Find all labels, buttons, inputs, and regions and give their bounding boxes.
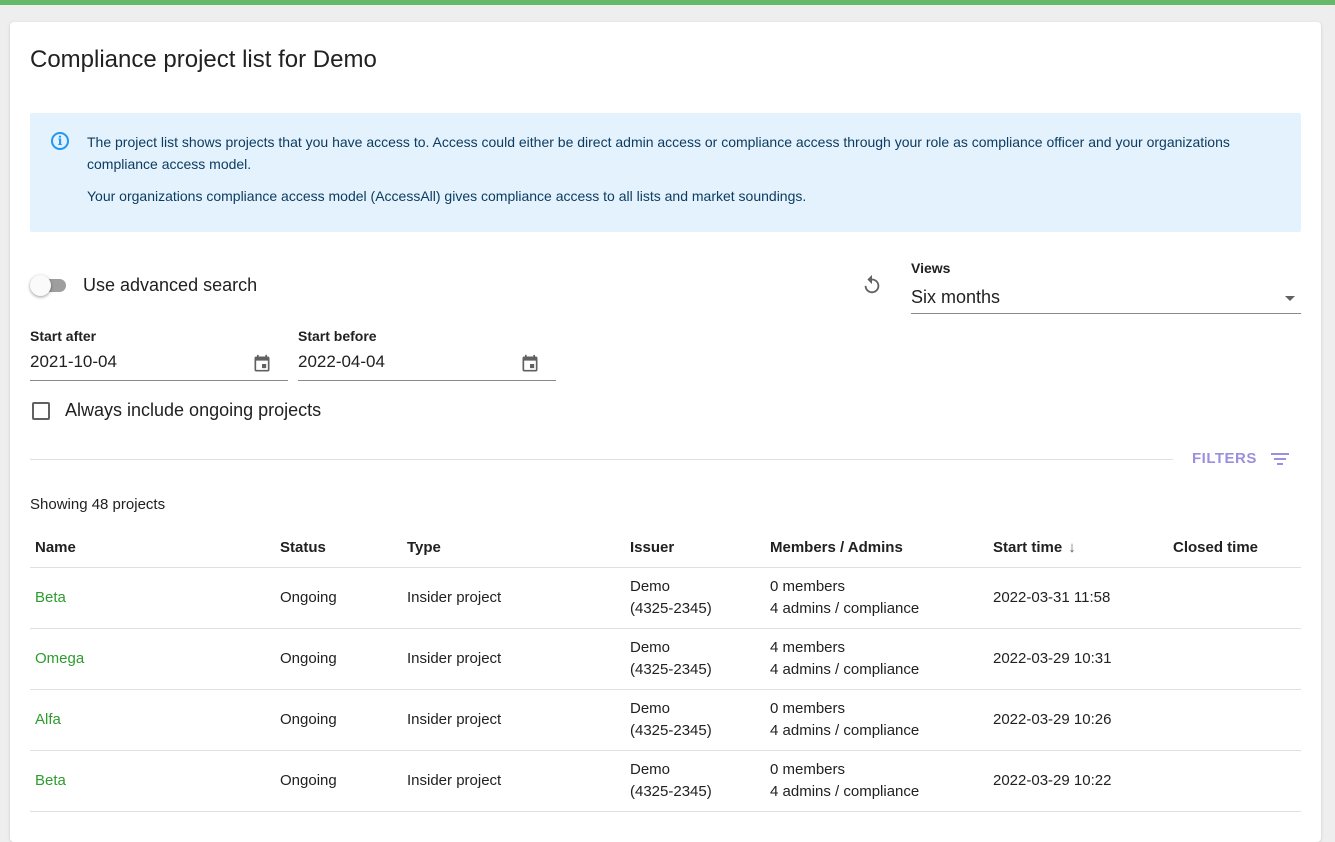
table-header-row: Name Status Type Issuer Members / Admins… xyxy=(30,527,1301,568)
column-header-name[interactable]: Name xyxy=(30,527,275,568)
column-header-closed-time[interactable]: Closed time xyxy=(1168,527,1301,568)
start-after-value: 2021-10-04 xyxy=(30,352,117,371)
top-accent-line xyxy=(0,0,1335,5)
table-row[interactable]: Beta Ongoing Insider project Demo (4325-2345… xyxy=(30,567,1301,629)
column-header-issuer[interactable]: Issuer xyxy=(625,527,765,568)
info-line-model: Your organizations compliance access mod… xyxy=(87,188,807,204)
cell-start-time: 2022-03-29 10:26 xyxy=(988,689,1168,751)
info-text: The project list shows projects that you… xyxy=(87,131,1287,207)
cell-members-admins-members: 0 members xyxy=(770,700,846,717)
start-after-field[interactable]: Start after 2021-10-04 xyxy=(30,328,288,381)
table-row[interactable]: Alfa Ongoing Insider project Demo (4325-2345… xyxy=(30,689,1301,751)
start-time-header-label: Start time xyxy=(993,538,1063,556)
toggle-thumb xyxy=(30,275,51,296)
info-banner: i The project list shows projects that y… xyxy=(30,113,1301,232)
info-line-access: The project list shows projects that you… xyxy=(87,134,1230,172)
cell-members-admins: 0 members 4 admins / compliance xyxy=(765,567,988,629)
cell-type: Insider project xyxy=(402,628,625,690)
table-row[interactable]: Beta Ongoing Insider project Demo (4325-2345… xyxy=(30,750,1301,812)
start-before-value: 2022-04-04 xyxy=(298,352,385,371)
cell-issuer: Demo (4325-2345) xyxy=(625,567,765,629)
cell-members-admins-admins: 4 admins / compliance xyxy=(770,600,920,617)
cell-type: Insider project xyxy=(402,750,625,812)
start-before-label: Start before xyxy=(298,328,377,344)
cell-members-admins-members: 0 members xyxy=(770,578,846,595)
views-select[interactable]: Six months xyxy=(911,279,1301,314)
views-selected-value: Six months xyxy=(911,287,1001,307)
advanced-search-toggle[interactable] xyxy=(30,274,70,298)
cell-status: Ongoing xyxy=(275,689,402,751)
cell-closed-time xyxy=(1168,750,1301,812)
cell-closed-time xyxy=(1168,567,1301,629)
cell-status: Ongoing xyxy=(275,567,402,629)
cell-start-time: 2022-03-29 10:31 xyxy=(988,628,1168,690)
chevron-down-icon xyxy=(1285,296,1295,301)
cell-members-admins-admins: 4 admins / compliance xyxy=(770,661,920,678)
cell-issuer-issuer-name: Demo xyxy=(630,761,671,778)
cell-members-admins: 0 members 4 admins / compliance xyxy=(765,689,988,751)
cell-status: Ongoing xyxy=(275,628,402,690)
project-count: Showing 48 projects xyxy=(30,496,166,513)
sort-descending-icon: ↓ xyxy=(1068,538,1076,556)
cell-issuer-issuer-name: Demo xyxy=(630,700,671,717)
ongoing-checkbox[interactable] xyxy=(32,402,50,420)
table-row[interactable]: Omega Ongoing Insider project Demo (4325-234… xyxy=(30,628,1301,690)
cell-issuer-issuer-id: (4325-2345) xyxy=(630,661,712,678)
calendar-icon[interactable] xyxy=(252,353,272,375)
cell-issuer-issuer-name: Demo xyxy=(630,578,671,595)
cell-start-time: 2022-03-31 11:58 xyxy=(988,567,1168,629)
info-icon: i xyxy=(51,132,69,150)
filter-icon xyxy=(1270,452,1289,466)
cell-name[interactable]: Beta xyxy=(30,567,275,629)
project-table: Name Status Type Issuer Members / Admins… xyxy=(30,527,1301,812)
cell-name[interactable]: Omega xyxy=(30,628,275,690)
cell-issuer-issuer-name: Demo xyxy=(630,639,671,656)
ongoing-checkbox-label[interactable]: Always include ongoing projects xyxy=(65,400,321,421)
column-header-type[interactable]: Type xyxy=(402,527,625,568)
filters-label: FILTERS xyxy=(1192,450,1257,467)
cell-members-admins-members: 4 members xyxy=(770,639,846,656)
column-header-status[interactable]: Status xyxy=(275,527,402,568)
cell-issuer: Demo (4325-2345) xyxy=(625,689,765,751)
advanced-search-label[interactable]: Use advanced search xyxy=(83,275,257,296)
cell-name[interactable]: Beta xyxy=(30,750,275,812)
cell-members-admins-admins: 4 admins / compliance xyxy=(770,783,920,800)
reset-view-icon[interactable] xyxy=(861,274,883,296)
cell-closed-time xyxy=(1168,628,1301,690)
cell-issuer: Demo (4325-2345) xyxy=(625,750,765,812)
cell-type: Insider project xyxy=(402,567,625,629)
cell-members-admins-admins: 4 admins / compliance xyxy=(770,722,920,739)
cell-start-time: 2022-03-29 10:22 xyxy=(988,750,1168,812)
page-title: Compliance project list for Demo xyxy=(30,46,377,73)
calendar-icon[interactable] xyxy=(520,353,540,375)
column-header-members-admins[interactable]: Members / Admins xyxy=(765,527,988,568)
cell-members-admins-members: 0 members xyxy=(770,761,846,778)
cell-issuer-issuer-id: (4325-2345) xyxy=(630,783,712,800)
cell-members-admins: 0 members 4 admins / compliance xyxy=(765,750,988,812)
cell-status: Ongoing xyxy=(275,750,402,812)
start-after-label: Start after xyxy=(30,328,97,344)
divider xyxy=(30,459,1173,460)
cell-name[interactable]: Alfa xyxy=(30,689,275,751)
cell-closed-time xyxy=(1168,689,1301,751)
content-card: Compliance project list for Demo i The p… xyxy=(10,22,1321,842)
filters-button[interactable]: FILTERS xyxy=(1192,450,1289,467)
views-label: Views xyxy=(911,260,951,276)
start-before-field[interactable]: Start before 2022-04-04 xyxy=(298,328,556,381)
cell-issuer: Demo (4325-2345) xyxy=(625,628,765,690)
cell-issuer-issuer-id: (4325-2345) xyxy=(630,722,712,739)
cell-issuer-issuer-id: (4325-2345) xyxy=(630,600,712,617)
column-header-start-time[interactable]: Start time ↓ xyxy=(988,527,1168,568)
cell-type: Insider project xyxy=(402,689,625,751)
cell-members-admins: 4 members 4 admins / compliance xyxy=(765,628,988,690)
